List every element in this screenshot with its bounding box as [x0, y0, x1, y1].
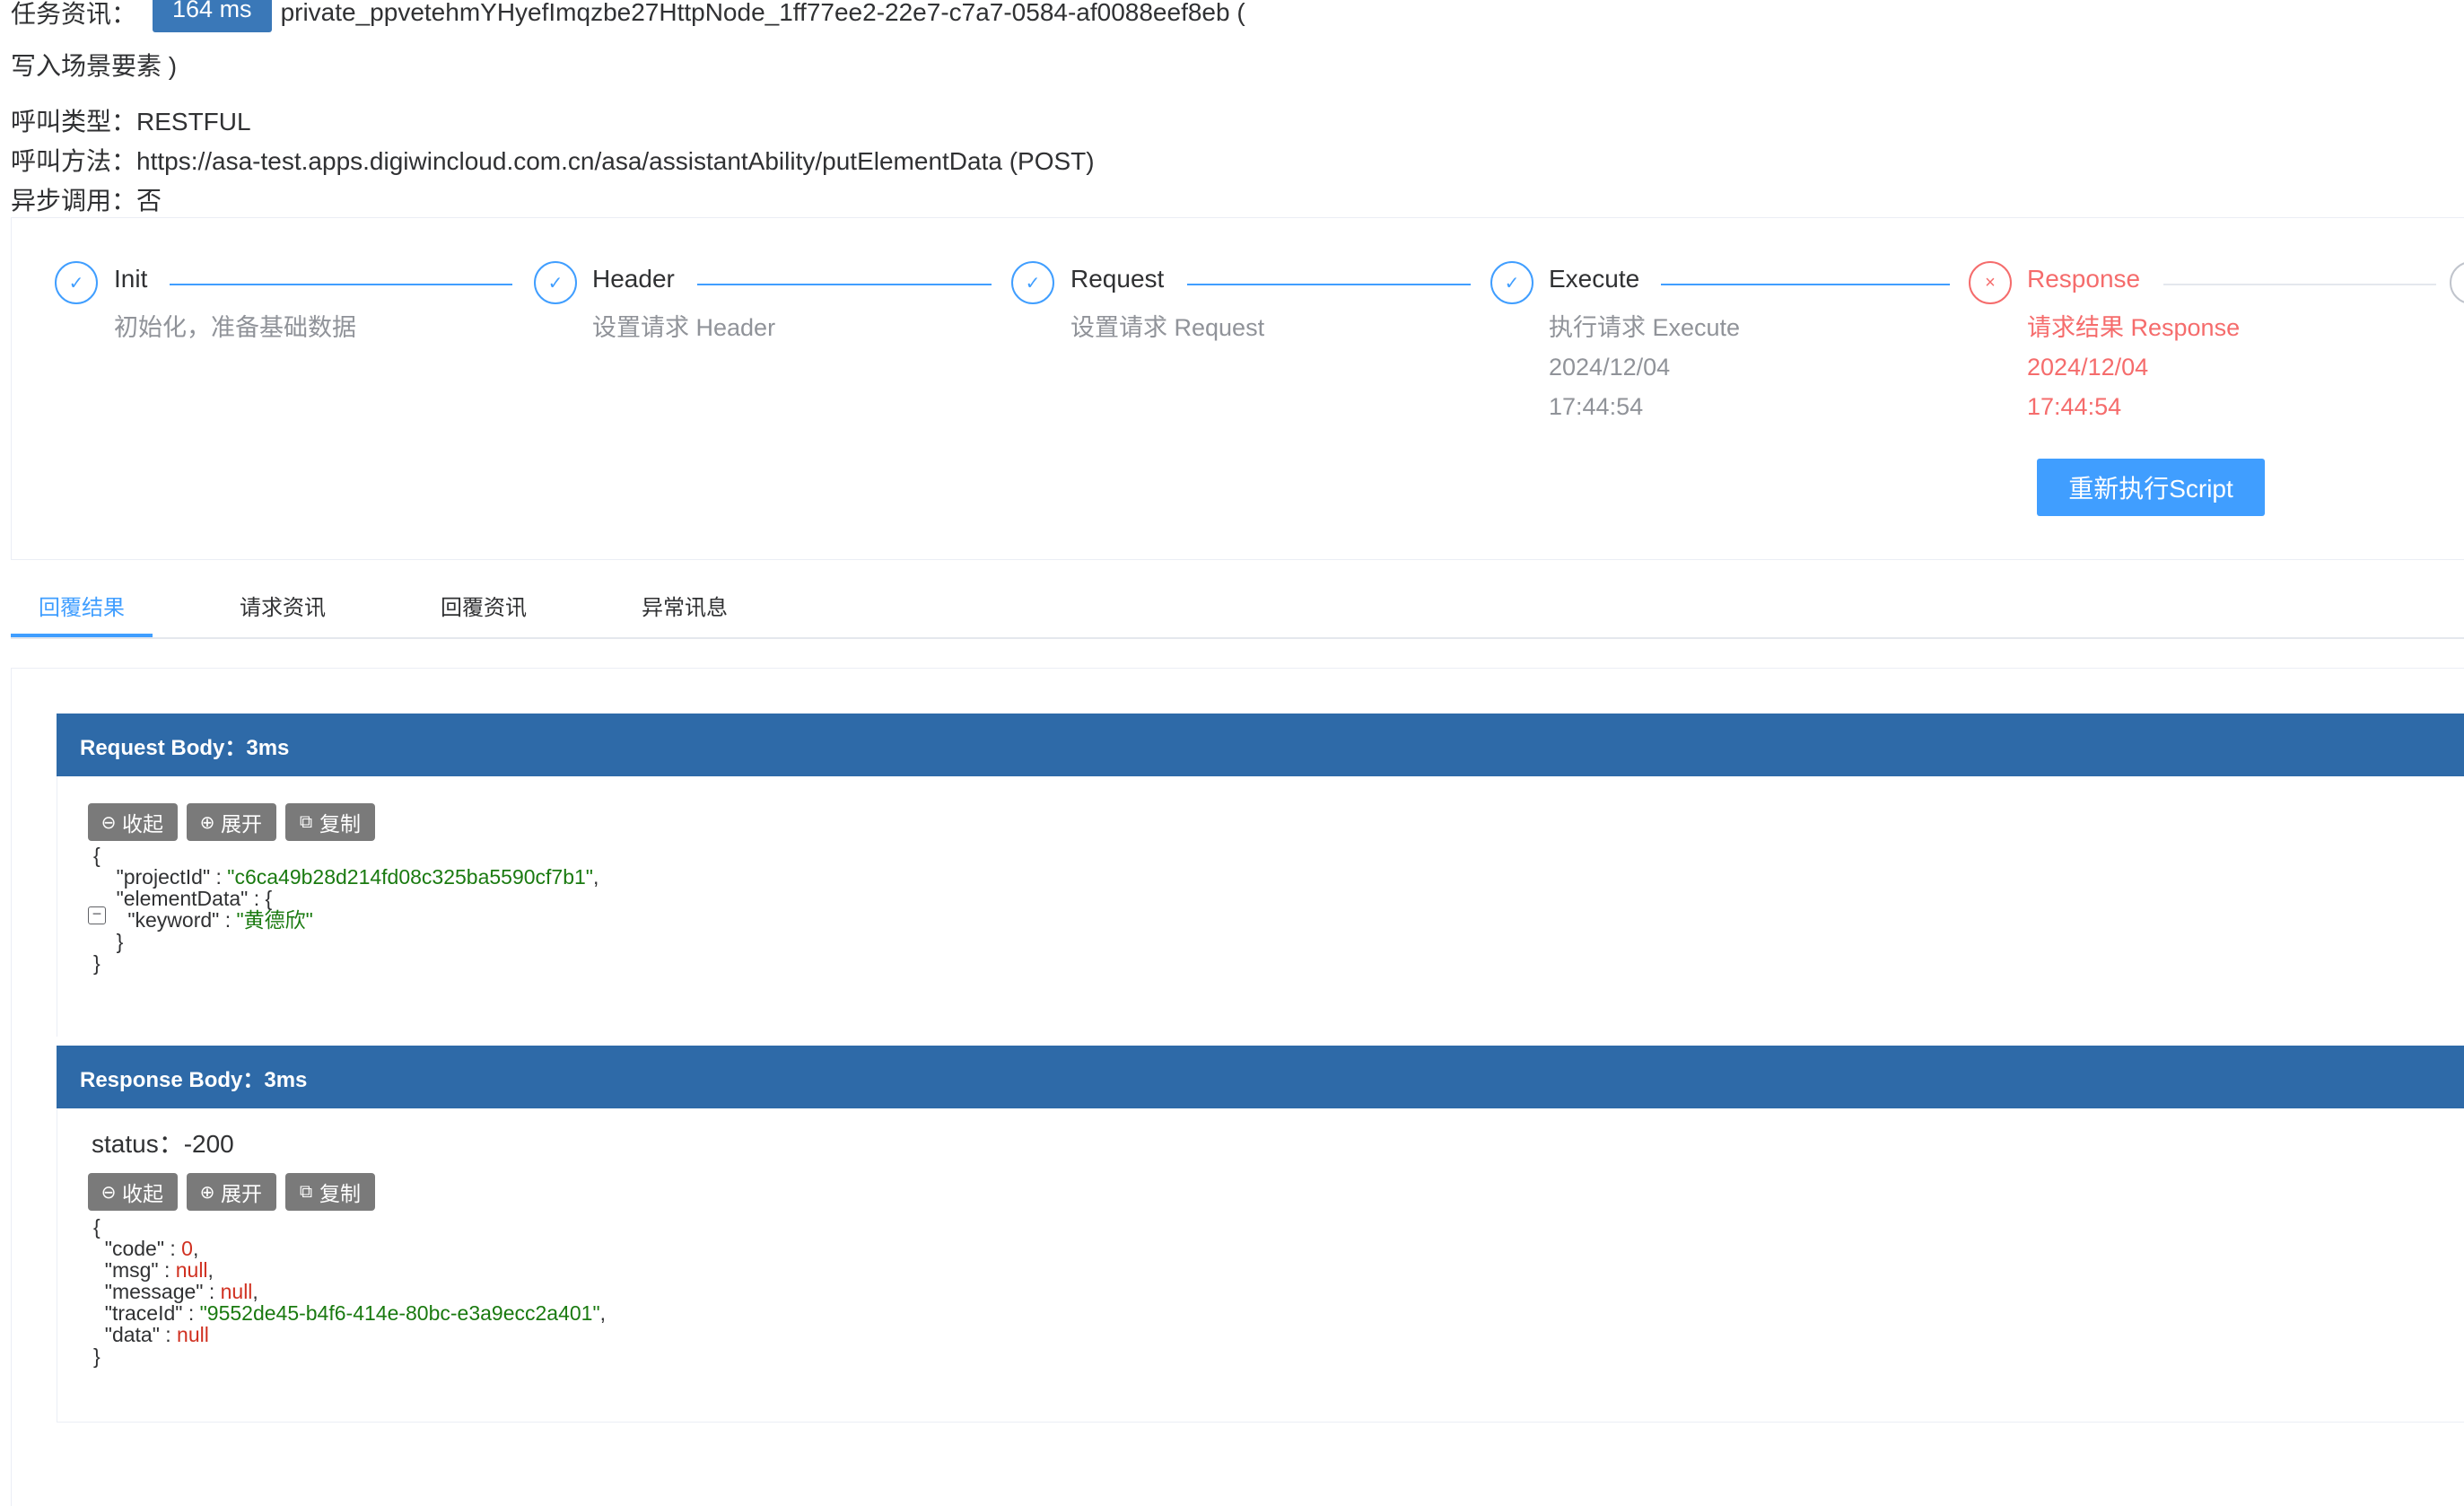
json-key: "code" : [104, 1237, 182, 1260]
response-copy-button[interactable]: ⧉ 复制 [285, 1173, 375, 1211]
step-response-desc-text: 请求结果 Response [2027, 314, 2241, 341]
step-response-title: Response [2027, 265, 2141, 293]
request-json-viewer: { "projectId" : "c6ca49b28d214fd08c325ba… [93, 844, 599, 975]
response-body-header: Response Body：3ms [57, 1046, 2464, 1108]
json-key: "data" : [104, 1323, 178, 1346]
collapse-label: 收起 [122, 812, 163, 836]
duration-badge: 164 ms [153, 0, 272, 32]
plus-circle-icon: ⊕ [199, 812, 215, 833]
json-string-value: "c6ca49b28d214fd08c325ba5590cf7b1" [227, 865, 593, 889]
step-execute-desc: 执行请求 Execute 2024/12/04 17:44:54 [1549, 308, 1740, 426]
json-null-value: null [175, 1258, 208, 1282]
step-request-title: Request [1070, 265, 1165, 293]
request-body-header: Request Body：3ms [57, 714, 2464, 776]
collapse-node-icon[interactable]: − [88, 906, 106, 924]
step-next-icon [2450, 261, 2464, 304]
json-brace: } [116, 930, 124, 953]
json-string-value: "黄德欣" [236, 908, 313, 932]
json-key: "elementData" : { [116, 887, 273, 910]
step-connector [1661, 284, 1950, 285]
content-panel: Request Body：3ms ⊖ 收起 ⊕ 展开 ⧉ 复制 { "proje… [11, 668, 2464, 1506]
tab-response-info[interactable]: 回覆资讯 [413, 571, 555, 639]
call-method-text: 呼叫方法：https://asa-test.apps.digiwincloud.… [11, 147, 1095, 175]
minus-circle-icon: ⊖ [100, 812, 117, 833]
minus-circle-icon: ⊖ [100, 1182, 117, 1203]
step-connector [2163, 284, 2436, 285]
step-response-time: 17:44:54 [2027, 393, 2122, 420]
step-connector [170, 284, 512, 285]
json-number-value: 0 [181, 1237, 193, 1260]
check-icon: ✓ [534, 261, 577, 304]
step-init-desc: 初始化，准备基础数据 [114, 314, 356, 341]
check-icon: ✓ [1490, 261, 1533, 304]
json-brace: } [93, 951, 100, 975]
tab-exception-message[interactable]: 异常讯息 [614, 571, 756, 639]
response-json-viewer: { "code" : 0, "msg" : null, "message" : … [93, 1215, 607, 1368]
rerun-script-button[interactable]: 重新执行Script [2037, 459, 2265, 516]
copy-label: 复制 [319, 1182, 361, 1205]
step-header-title: Header [592, 265, 675, 293]
json-brace: { [93, 844, 100, 867]
json-key: "traceId" : [104, 1301, 200, 1325]
task-name-text: 写入场景要素 ) [11, 52, 178, 80]
result-tabs: 回覆结果 请求资讯 回覆资讯 异常讯息 [11, 571, 2464, 639]
async-call-text: 异步调用：否 [11, 187, 162, 215]
task-id-text: private_ppvetehmYHyefImqzbe27HttpNode_1f… [280, 0, 1245, 26]
expand-label: 展开 [221, 1182, 262, 1205]
step-execute-desc-text: 执行请求 Execute [1549, 314, 1741, 341]
json-null-value: null [220, 1280, 253, 1303]
request-copy-button[interactable]: ⧉ 复制 [285, 803, 375, 841]
copy-icon: ⧉ [299, 811, 313, 832]
check-icon: ✓ [1011, 261, 1054, 304]
tab-response-result[interactable]: 回覆结果 [11, 571, 153, 639]
step-execute-time: 17:44:54 [1549, 393, 1644, 420]
json-key: "projectId" : [116, 865, 228, 889]
step-header-desc: 设置请求 Header [592, 314, 776, 341]
copy-icon: ⧉ [299, 1181, 313, 1202]
step-response-desc: 请求结果 Response 2024/12/04 17:44:54 [2027, 308, 2240, 426]
json-string-value: "9552de45-b4f6-414e-80bc-e3a9ecc2a401" [199, 1301, 600, 1325]
step-execute-title: Execute [1549, 265, 1640, 293]
copy-label: 复制 [319, 812, 361, 836]
step-connector [1187, 284, 1471, 285]
step-execute-date: 2024/12/04 [1549, 354, 1671, 381]
expand-label: 展开 [221, 812, 262, 836]
json-key: "message" : [104, 1280, 221, 1303]
plus-circle-icon: ⊕ [199, 1182, 215, 1203]
request-expand-button[interactable]: ⊕ 展开 [187, 803, 276, 841]
json-key: "keyword" : [127, 908, 237, 932]
json-null-value: null [177, 1323, 209, 1346]
steps-panel: ✓ Init 初始化，准备基础数据 ✓ Header 设置请求 Header ✓… [11, 217, 2464, 560]
response-body-panel: status：-200 ⊖ 收起 ⊕ 展开 ⧉ 复制 { "code" : 0,… [57, 1108, 2464, 1423]
step-init-title: Init [114, 265, 148, 293]
task-info-line: 任务资讯： 164 ms private_ppvetehmYHyefImqzbe… [11, 0, 1245, 32]
step-connector [697, 284, 992, 285]
check-icon: ✓ [55, 261, 98, 304]
collapse-label: 收起 [122, 1182, 163, 1205]
call-type-text: 呼叫类型：RESTFUL [11, 108, 251, 136]
json-brace: { [93, 1215, 100, 1239]
tab-request-info[interactable]: 请求资讯 [212, 571, 354, 639]
json-key: "msg" : [104, 1258, 176, 1282]
request-json-toolbar: ⊖ 收起 ⊕ 展开 ⧉ 复制 [88, 803, 375, 841]
response-status: status：-200 [92, 1130, 234, 1158]
task-info-label: 任务资讯： [11, 0, 137, 28]
step-response-date: 2024/12/04 [2027, 354, 2149, 381]
close-icon: × [1969, 261, 2012, 304]
json-brace: } [93, 1344, 100, 1368]
response-expand-button[interactable]: ⊕ 展开 [187, 1173, 276, 1211]
request-collapse-button[interactable]: ⊖ 收起 [88, 803, 178, 841]
response-json-toolbar: ⊖ 收起 ⊕ 展开 ⧉ 复制 [88, 1173, 375, 1211]
response-collapse-button[interactable]: ⊖ 收起 [88, 1173, 178, 1211]
tab-active-indicator [11, 634, 153, 637]
request-body-panel: ⊖ 收起 ⊕ 展开 ⧉ 复制 { "projectId" : "c6ca49b2… [57, 776, 2464, 1037]
step-request-desc: 设置请求 Request [1070, 314, 1265, 341]
